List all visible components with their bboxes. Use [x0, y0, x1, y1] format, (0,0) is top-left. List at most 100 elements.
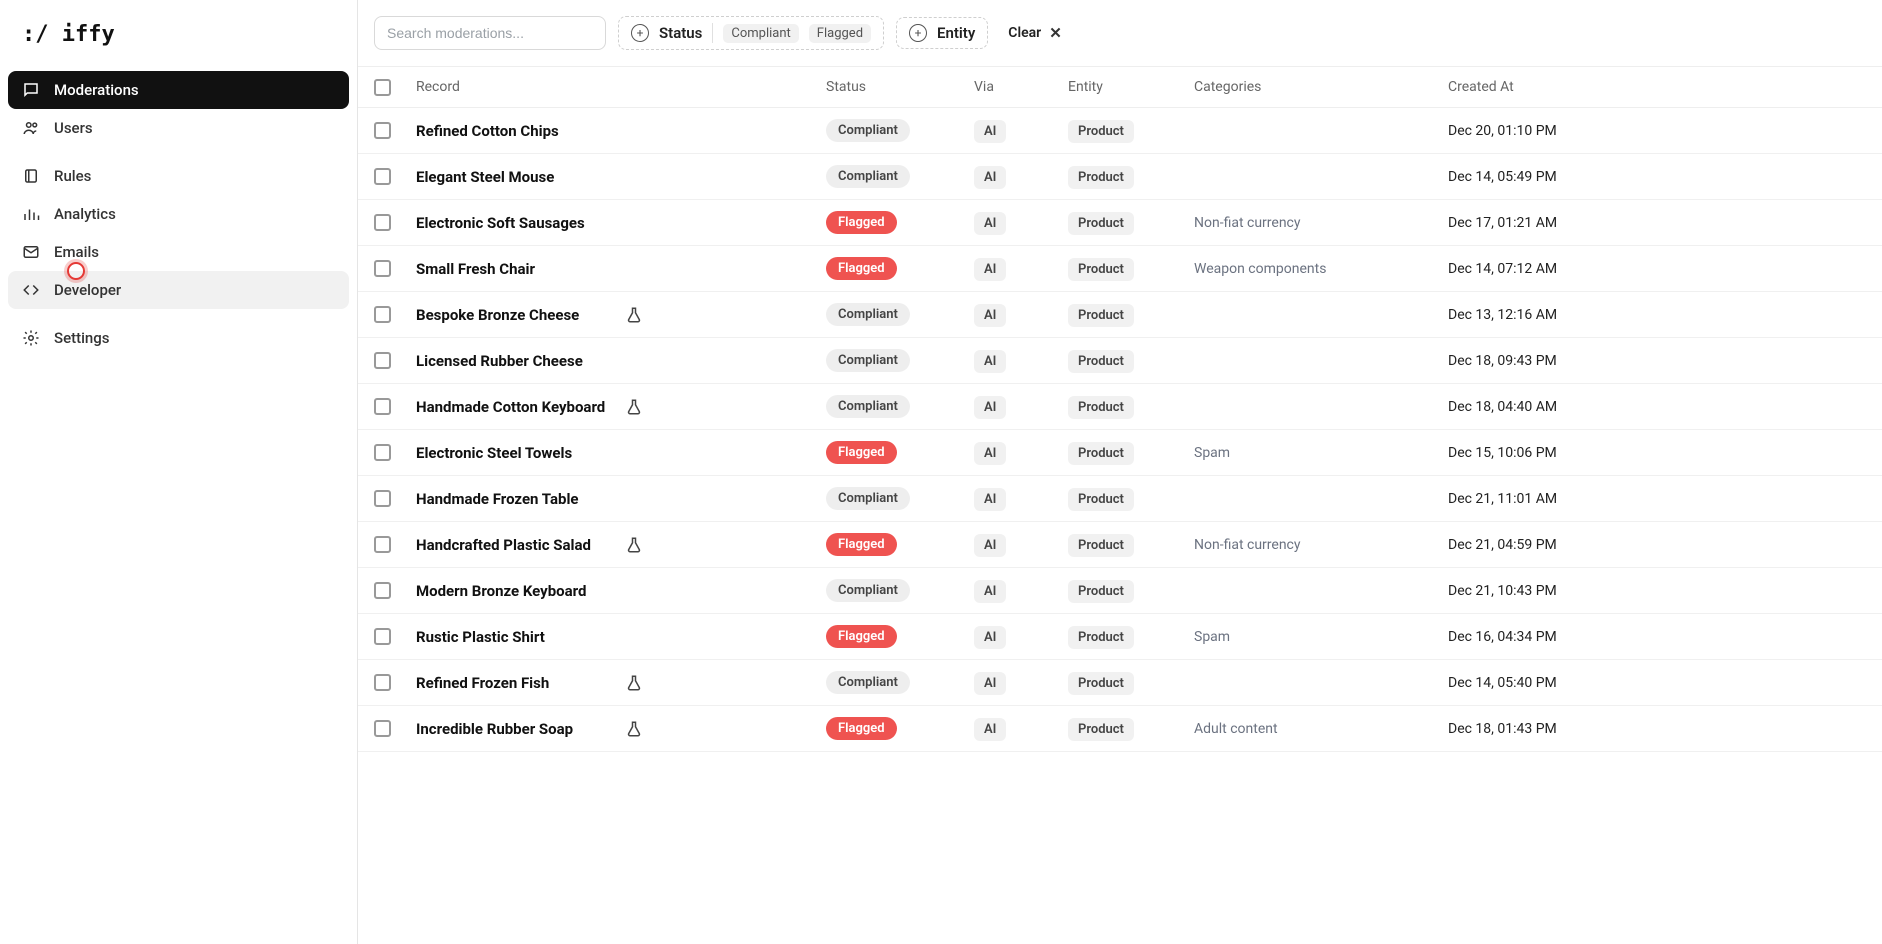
row-checkbox[interactable]	[374, 398, 391, 415]
table-row[interactable]: Modern Bronze KeyboardCompliantAIProduct…	[358, 568, 1882, 614]
via-badge: AI	[974, 258, 1006, 281]
status-badge: Compliant	[826, 119, 910, 142]
sidebar-item-label: Settings	[54, 329, 110, 347]
row-checkbox[interactable]	[374, 490, 391, 507]
gear-icon	[22, 329, 40, 347]
close-icon: ✕	[1049, 24, 1062, 42]
clear-filters-button[interactable]: Clear ✕	[1000, 18, 1069, 48]
categories-cell: Spam	[1194, 445, 1444, 461]
record-name: Licensed Rubber Cheese	[416, 352, 611, 370]
via-badge: AI	[974, 120, 1006, 143]
entity-badge: Product	[1068, 396, 1134, 419]
analytics-icon	[22, 205, 40, 223]
via-badge: AI	[974, 672, 1006, 695]
entity-badge: Product	[1068, 580, 1134, 603]
table-row[interactable]: Electronic Steel TowelsFlaggedAIProductS…	[358, 430, 1882, 476]
sidebar-item-moderations[interactable]: Moderations	[8, 71, 349, 109]
row-checkbox[interactable]	[374, 674, 391, 691]
record-name: Incredible Rubber Soap	[416, 720, 611, 738]
sidebar-item-developer[interactable]: Developer	[8, 271, 349, 309]
col-header-via[interactable]: Via	[974, 79, 1068, 95]
row-checkbox[interactable]	[374, 352, 391, 369]
via-badge: AI	[974, 718, 1006, 741]
sidebar-item-analytics[interactable]: Analytics	[8, 195, 349, 233]
sidebar-item-label: Rules	[54, 167, 91, 185]
record-name: Rustic Plastic Shirt	[416, 628, 611, 646]
via-badge: AI	[974, 304, 1006, 327]
table-header: Record Status Via Entity Categories Crea…	[358, 66, 1882, 108]
sidebar-item-label: Users	[54, 119, 93, 137]
entity-badge: Product	[1068, 626, 1134, 649]
select-all-checkbox[interactable]	[374, 79, 391, 96]
sidebar-item-label: Analytics	[54, 205, 116, 223]
record-name: Bespoke Bronze Cheese	[416, 306, 611, 324]
table-row[interactable]: Electronic Soft SausagesFlaggedAIProduct…	[358, 200, 1882, 246]
status-badge: Compliant	[826, 487, 910, 510]
sidebar-item-rules[interactable]: Rules	[8, 157, 349, 195]
table-row[interactable]: Incredible Rubber SoapFlaggedAIProductAd…	[358, 706, 1882, 752]
created-cell: Dec 17, 01:21 AM	[1444, 215, 1866, 231]
plus-circle-icon: +	[631, 24, 649, 42]
col-header-status[interactable]: Status	[826, 79, 974, 95]
entity-badge: Product	[1068, 442, 1134, 465]
created-cell: Dec 15, 10:06 PM	[1444, 445, 1866, 461]
sidebar-item-label: Developer	[54, 281, 121, 299]
status-badge: Compliant	[826, 165, 910, 188]
app-logo: :/ iffy	[8, 10, 349, 71]
col-header-categories[interactable]: Categories	[1194, 79, 1444, 95]
created-cell: Dec 18, 01:43 PM	[1444, 721, 1866, 737]
row-checkbox[interactable]	[374, 122, 391, 139]
record-name: Refined Cotton Chips	[416, 122, 611, 140]
row-checkbox[interactable]	[374, 582, 391, 599]
row-checkbox[interactable]	[374, 260, 391, 277]
col-header-entity[interactable]: Entity	[1068, 79, 1194, 95]
row-checkbox[interactable]	[374, 444, 391, 461]
sidebar-item-settings[interactable]: Settings	[8, 319, 349, 357]
mail-icon	[22, 243, 40, 261]
code-icon	[22, 281, 40, 299]
record-name: Elegant Steel Mouse	[416, 168, 611, 186]
entity-badge: Product	[1068, 120, 1134, 143]
search-input[interactable]	[374, 16, 606, 50]
row-checkbox[interactable]	[374, 720, 391, 737]
via-badge: AI	[974, 580, 1006, 603]
table-row[interactable]: Bespoke Bronze CheeseCompliantAIProductD…	[358, 292, 1882, 338]
table-row[interactable]: Refined Frozen FishCompliantAIProductDec…	[358, 660, 1882, 706]
table-row[interactable]: Elegant Steel MouseCompliantAIProductDec…	[358, 154, 1882, 200]
table-row[interactable]: Handcrafted Plastic SaladFlaggedAIProduc…	[358, 522, 1882, 568]
created-cell: Dec 14, 05:49 PM	[1444, 169, 1866, 185]
beaker-icon	[625, 720, 643, 738]
table-row[interactable]: Licensed Rubber CheeseCompliantAIProduct…	[358, 338, 1882, 384]
entity-filter[interactable]: + Entity	[896, 17, 988, 49]
row-checkbox[interactable]	[374, 536, 391, 553]
table-row[interactable]: Handmade Cotton KeyboardCompliantAIProdu…	[358, 384, 1882, 430]
col-header-created[interactable]: Created At	[1444, 79, 1866, 95]
entity-badge: Product	[1068, 672, 1134, 695]
created-cell: Dec 21, 04:59 PM	[1444, 537, 1866, 553]
table-row[interactable]: Rustic Plastic ShirtFlaggedAIProductSpam…	[358, 614, 1882, 660]
table-body: Refined Cotton Chips Compliant AI Product De…	[358, 108, 1882, 944]
sidebar-item-label: Moderations	[54, 81, 139, 99]
row-checkbox[interactable]	[374, 214, 391, 231]
status-badge: Flagged	[826, 441, 897, 464]
sidebar-item-emails[interactable]: Emails	[8, 233, 349, 271]
entity-badge: Product	[1068, 350, 1134, 373]
record-name: Refined Frozen Fish	[416, 674, 611, 692]
table-row[interactable]: Refined Cotton Chips Compliant AI Product De…	[358, 108, 1882, 154]
via-badge: AI	[974, 534, 1006, 557]
record-name: Handcrafted Plastic Salad	[416, 536, 611, 554]
table-row[interactable]: Small Fresh ChairFlaggedAIProductWeapon …	[358, 246, 1882, 292]
sidebar-item-users[interactable]: Users	[8, 109, 349, 147]
record-name: Handmade Cotton Keyboard	[416, 398, 611, 416]
row-checkbox[interactable]	[374, 168, 391, 185]
row-checkbox[interactable]	[374, 306, 391, 323]
status-filter[interactable]: + Status Compliant Flagged	[618, 16, 884, 50]
created-cell: Dec 14, 05:40 PM	[1444, 675, 1866, 691]
created-cell: Dec 21, 11:01 AM	[1444, 491, 1866, 507]
row-checkbox[interactable]	[374, 628, 391, 645]
table-row[interactable]: Handmade Frozen TableCompliantAIProductD…	[358, 476, 1882, 522]
col-header-record[interactable]: Record	[416, 79, 826, 95]
users-icon	[22, 119, 40, 137]
created-cell: Dec 20, 01:10 PM	[1444, 123, 1866, 139]
status-filter-value: Flagged	[809, 24, 871, 43]
